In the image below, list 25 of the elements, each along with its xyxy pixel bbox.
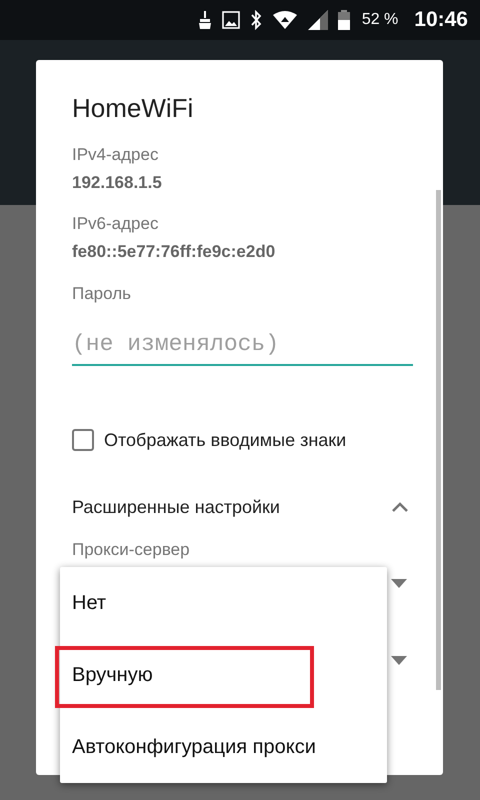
field-value: 192.168.1.5 <box>72 172 163 194</box>
battery-percent: 52 % <box>362 11 398 29</box>
field-label: IPv6-адрес <box>72 213 160 235</box>
checkbox-label: Отображать вводимые знаки <box>104 430 346 450</box>
bluetooth-icon <box>250 10 262 30</box>
field-label: IPv4-адрес <box>72 144 160 166</box>
checkbox[interactable] <box>72 429 94 451</box>
section-title: Расширенные настройки <box>72 496 280 518</box>
chevron-up-icon[interactable] <box>391 501 409 513</box>
password-field[interactable]: (не изменялось) <box>72 320 413 366</box>
image-icon <box>222 11 240 29</box>
password-label: Пароль <box>72 283 132 305</box>
dropdown-caret-icon[interactable] <box>391 578 407 588</box>
signal-icon <box>308 10 328 30</box>
clock: 10:46 <box>414 8 468 32</box>
dropdown-caret-icon[interactable] <box>391 656 407 664</box>
field-value: fe80::5e77:76ff:fe9c:e2d0 <box>72 241 276 263</box>
wifi-icon <box>272 10 298 30</box>
dialog-title: HomeWiFi <box>72 92 194 125</box>
menu-option[interactable]: Нет <box>60 567 387 639</box>
cleaner-icon <box>198 11 212 29</box>
battery-icon <box>338 10 350 30</box>
menu-option[interactable]: Автоконфигурация прокси <box>60 711 387 783</box>
menu-option[interactable]: Вручную <box>60 639 387 711</box>
proxy-label: Прокси-сервер <box>72 539 191 561</box>
